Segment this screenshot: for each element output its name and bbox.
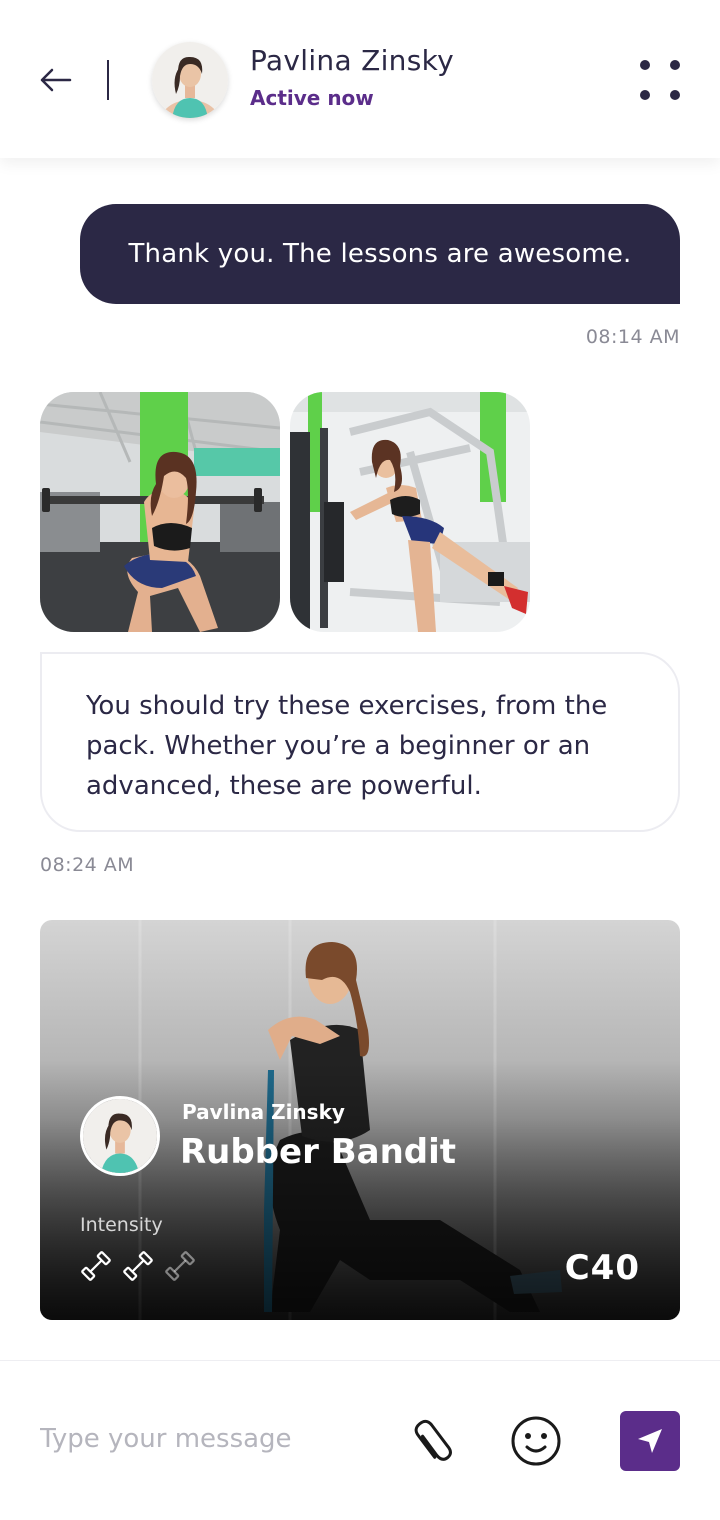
- contact-name: Pavlina Zinsky: [250, 44, 455, 77]
- intensity-rating: [80, 1250, 196, 1282]
- four-dots-icon: [640, 90, 650, 100]
- attach-button[interactable]: [404, 1415, 460, 1471]
- dumbbell-icon: [81, 1251, 111, 1281]
- four-dots-icon: [670, 60, 680, 70]
- workout-card[interactable]: Pavlina Zinsky Rubber Bandit Intensity C…: [40, 920, 680, 1320]
- dumbbell-icon: [123, 1251, 153, 1281]
- intensity-label: Intensity: [80, 1214, 163, 1236]
- card-code: C40: [564, 1248, 640, 1288]
- incoming-message-bubble: You should try these exercises, from the…: [40, 652, 680, 832]
- send-arrow-icon: [638, 1429, 662, 1453]
- contact-avatar[interactable]: [152, 42, 228, 118]
- back-button[interactable]: [36, 62, 76, 98]
- message-timestamp: 08:14 AM: [585, 326, 680, 348]
- message-composer: [0, 1360, 720, 1520]
- more-options-button[interactable]: [632, 52, 688, 108]
- emoji-button[interactable]: [510, 1415, 562, 1467]
- card-author-name: Pavlina Zinsky: [182, 1100, 345, 1124]
- four-dots-icon: [670, 90, 680, 100]
- message-text: Thank you. The lessons are awesome.: [128, 239, 632, 269]
- smiley-icon: [511, 1416, 561, 1466]
- contact-status: Active now: [250, 86, 374, 110]
- card-workout-title: Rubber Bandit: [180, 1132, 457, 1172]
- arrow-left-icon: [40, 68, 72, 92]
- send-button[interactable]: [620, 1411, 680, 1471]
- message-timestamp: 08:24 AM: [40, 854, 135, 876]
- card-author-avatar: [80, 1096, 160, 1176]
- paperclip-icon: [414, 1419, 452, 1461]
- dumbbell-icon: [165, 1251, 195, 1281]
- cable-kickback-photo[interactable]: [290, 392, 530, 632]
- chat-header: Pavlina Zinsky Active now: [0, 0, 720, 158]
- four-dots-icon: [640, 60, 650, 70]
- message-input[interactable]: [40, 1411, 380, 1467]
- barbell-squat-photo[interactable]: [40, 392, 280, 632]
- outgoing-message-bubble: Thank you. The lessons are awesome.: [80, 204, 680, 304]
- header-divider: [107, 60, 109, 100]
- message-text: You should try these exercises, from the…: [86, 691, 608, 801]
